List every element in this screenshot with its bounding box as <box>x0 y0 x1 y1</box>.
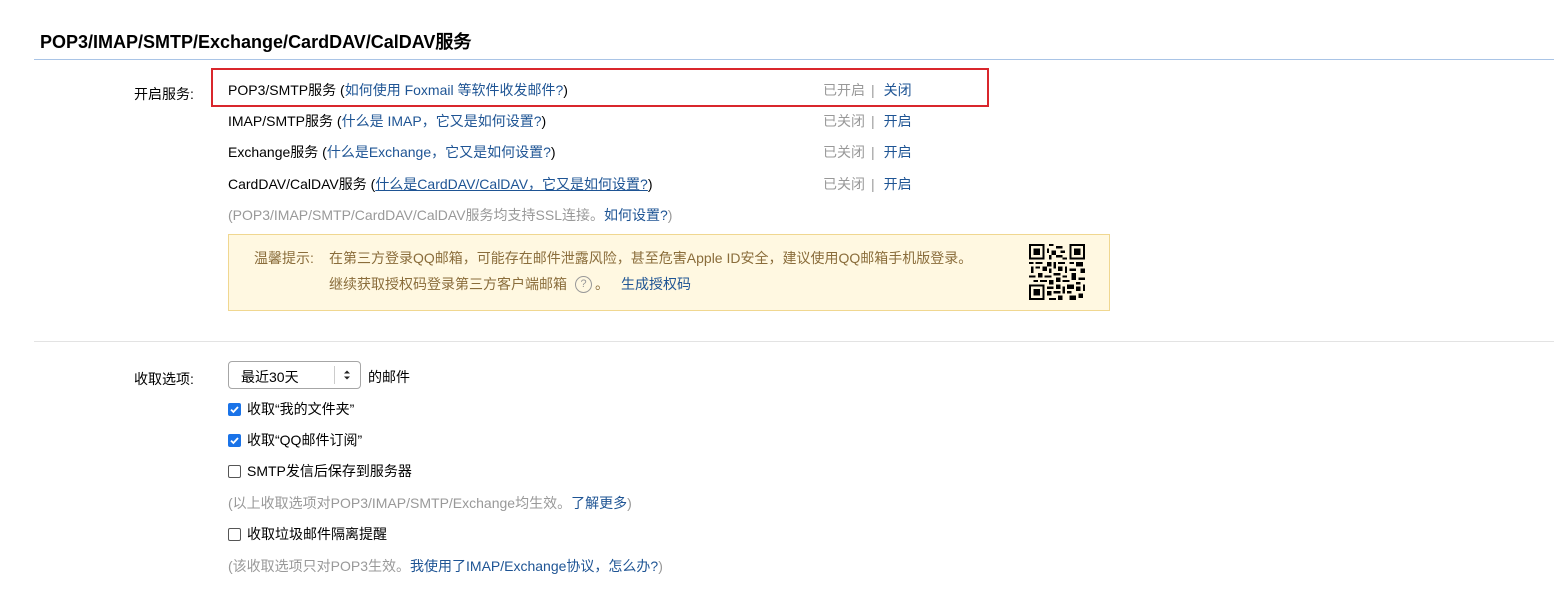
tip-label: 温馨提示: <box>254 250 314 266</box>
checkbox-checked[interactable] <box>228 402 241 416</box>
service-row-exchange: Exchange服务 (什么是Exchange，它又是如何设置?) <box>228 142 556 162</box>
tip-auth-text: 继续获取授权码登录第三方客户端邮箱 <box>329 276 567 292</box>
select-separator <box>334 366 335 384</box>
fetch-range-value: 最近30天 <box>241 369 299 385</box>
service-name: Exchange服务 <box>228 144 319 160</box>
checkmark-icon <box>230 436 239 444</box>
service-row-carddav: CardDAV/CalDAV服务 (什么是CardDAV/CalDAV，它又是如… <box>228 174 653 194</box>
service-row-imap: IMAP/SMTP服务 (什么是 IMAP，它又是如何设置?) <box>228 111 546 131</box>
generate-auth-code-link[interactable]: 生成授权码 <box>621 274 691 294</box>
paren-close: ) <box>563 82 568 98</box>
fetch-range-suffix: 的邮件 <box>368 369 410 385</box>
status-text: 已关闭 <box>823 176 865 192</box>
note-text: (以上收取选项对POP3/IMAP/SMTP/Exchange均生效。 <box>228 495 572 511</box>
status-divider: | <box>871 113 875 129</box>
status-text: 已开启 <box>823 82 865 98</box>
status-text: 已关闭 <box>823 144 865 160</box>
checkbox-label: 收取“QQ邮件订阅” <box>247 432 363 448</box>
carddav-toggle-button[interactable]: 开启 <box>884 176 912 192</box>
status-divider: | <box>871 176 875 192</box>
status-divider: | <box>871 144 875 160</box>
pop3-help-link[interactable]: 如何使用 Foxmail 等软件收发邮件? <box>345 82 564 98</box>
note-suffix: ) <box>658 558 663 574</box>
pop3-toggle-button[interactable]: 关闭 <box>884 82 912 98</box>
tip-text-line2: 继续获取授权码登录第三方客户端邮箱 ? 。 生成授权码 <box>329 274 691 294</box>
service-status-pop3: 已开启 | 关闭 <box>823 80 912 100</box>
checkbox-checked[interactable] <box>228 433 241 447</box>
checkmark-icon <box>230 405 239 413</box>
qr-code-icon <box>1029 244 1085 300</box>
option-fetch-qq-subscriptions[interactable]: 收取“QQ邮件订阅” <box>228 430 362 450</box>
page-title: POP3/IMAP/SMTP/Exchange/CardDAV/CalDAV服务 <box>40 32 472 52</box>
warning-tip-box: 温馨提示: 在第三方登录QQ邮箱，可能存在邮件泄露风险，甚至危害Apple ID… <box>228 234 1110 311</box>
service-status-exchange: 已关闭 | 开启 <box>823 142 912 162</box>
ssl-note-text: (POP3/IMAP/SMTP/CardDAV/CalDAV服务均支持SSL连接… <box>228 207 604 223</box>
ssl-howto-link[interactable]: 如何设置? <box>604 207 668 223</box>
option-spam-quarantine-reminder[interactable]: 收取垃圾邮件隔离提醒 <box>228 524 387 544</box>
checkbox-unchecked[interactable] <box>228 527 241 541</box>
fetch-range-select[interactable]: 最近30天 <box>228 361 361 389</box>
ssl-note: (POP3/IMAP/SMTP/CardDAV/CalDAV服务均支持SSL连接… <box>228 205 672 225</box>
fetch-options-label: 收取选项: <box>134 371 194 387</box>
checkbox-label: 收取垃圾邮件隔离提醒 <box>247 526 387 542</box>
service-status-carddav: 已关闭 | 开启 <box>823 174 912 194</box>
section-divider <box>34 341 1554 342</box>
status-text: 已关闭 <box>823 113 865 129</box>
learn-more-link[interactable]: 了解更多 <box>571 495 627 511</box>
service-name: POP3/SMTP服务 <box>228 82 337 98</box>
imap-help-link[interactable]: 什么是 IMAP，它又是如何设置? <box>342 113 542 129</box>
service-row-pop3: POP3/SMTP服务 (如何使用 Foxmail 等软件收发邮件?) <box>228 80 568 100</box>
help-icon[interactable]: ? <box>575 275 592 293</box>
paren-close: ) <box>550 144 556 160</box>
option-fetch-my-folders[interactable]: 收取“我的文件夹” <box>228 399 354 419</box>
checkbox-label: SMTP发信后保存到服务器 <box>247 463 412 479</box>
services-label: 开启服务: <box>134 86 194 102</box>
checkbox-label: 收取“我的文件夹” <box>247 401 355 417</box>
checkbox-unchecked[interactable] <box>228 464 241 478</box>
paren-close: ) <box>541 113 547 129</box>
select-updown-icon <box>344 370 350 380</box>
exchange-toggle-button[interactable]: 开启 <box>884 144 912 160</box>
pop3-only-note: (该收取选项只对POP3生效。我使用了IMAP/Exchange协议，怎么办?) <box>228 556 663 576</box>
service-name: IMAP/SMTP服务 <box>228 113 334 129</box>
service-name: CardDAV/CalDAV服务 <box>228 176 367 192</box>
service-status-imap: 已关闭 | 开启 <box>823 111 912 131</box>
tip-period: 。 <box>595 276 609 292</box>
imap-exchange-help-link[interactable]: 我使用了IMAP/Exchange协议，怎么办? <box>410 558 658 574</box>
status-divider: | <box>871 82 875 98</box>
ssl-note-suffix: ) <box>667 207 673 223</box>
fetch-options-note: (以上收取选项对POP3/IMAP/SMTP/Exchange均生效。了解更多) <box>228 493 632 513</box>
imap-toggle-button[interactable]: 开启 <box>884 113 912 129</box>
tip-text: 在第三方登录QQ邮箱，可能存在邮件泄露风险，甚至危害Apple ID安全，建议使… <box>329 250 973 266</box>
carddav-help-link[interactable]: 什么是CardDAV/CalDAV，它又是如何设置? <box>375 176 648 192</box>
title-divider <box>34 59 1554 60</box>
note-suffix: ) <box>627 495 632 511</box>
note-text: (该收取选项只对POP3生效。 <box>228 558 411 574</box>
option-smtp-save-sent[interactable]: SMTP发信后保存到服务器 <box>228 461 412 481</box>
exchange-help-link[interactable]: 什么是Exchange，它又是如何设置? <box>327 144 551 160</box>
paren-close: ) <box>647 176 653 192</box>
